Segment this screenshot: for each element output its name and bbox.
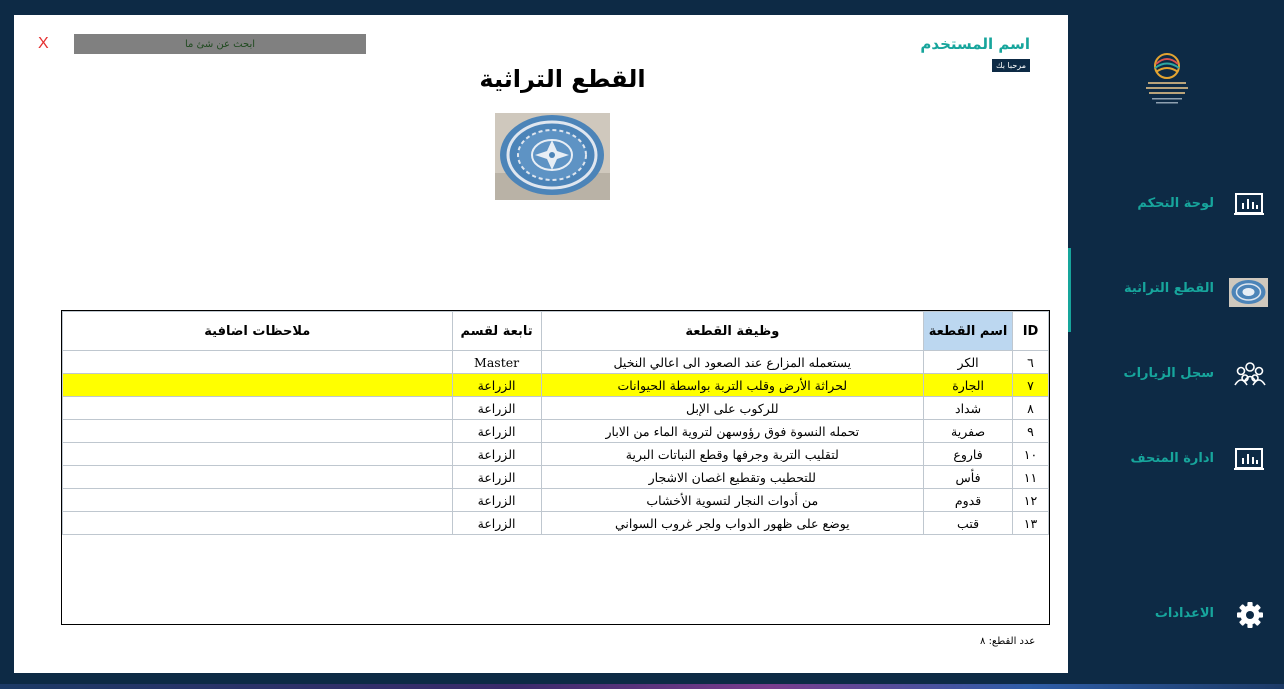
cell-id[interactable]: ٧ <box>1012 373 1049 397</box>
sidebar-item-settings[interactable]: الاعدادات <box>1070 596 1284 636</box>
cell-section[interactable]: الزراعة <box>451 465 542 489</box>
table-row[interactable]: ١٠ فاروع لتقليب التربة وجرفها وقطع النباتا… <box>62 442 1049 466</box>
user-name: اسم المستخدم <box>920 35 1030 53</box>
chart-icon <box>1233 190 1267 220</box>
cell-function[interactable]: يستعمله المزارع عند الصعود الى اعالي الن… <box>540 350 925 374</box>
cell-id[interactable]: ٨ <box>1012 396 1049 420</box>
cell-name[interactable]: فاروع <box>923 442 1014 466</box>
cell-function[interactable]: من أدوات النجار لتسوية الأخشاب <box>540 488 925 512</box>
cell-notes[interactable] <box>62 350 453 374</box>
cell-notes[interactable] <box>62 442 453 466</box>
cell-name[interactable]: صفرية <box>923 419 1014 443</box>
sidebar-item-museum-management[interactable]: ادارة المتحف <box>1070 441 1284 481</box>
gear-icon <box>1233 600 1267 630</box>
header-function[interactable]: وظيفة القطعة <box>540 311 925 351</box>
cell-name[interactable]: قتب <box>923 511 1014 535</box>
header-section[interactable]: تابعة لقسم <box>451 311 542 351</box>
cell-function[interactable]: لحراثة الأرض وقلب التربة بواسطة الحيوانا… <box>540 373 925 397</box>
sidebar-item-label: القطع التراثية <box>1123 281 1214 296</box>
table-row[interactable]: ٩ صفرية تحمله النسوة فوق رؤوسهن لتروية الم… <box>62 419 1049 443</box>
sidebar-item-label: لوحة التحكم <box>1137 196 1214 211</box>
sidebar-item-label: الاعدادات <box>1154 606 1214 621</box>
cell-notes[interactable] <box>62 511 453 535</box>
table-row[interactable]: ١٣ قتب يوضع على ظهور الدواب ولجر غروب السو… <box>62 511 1049 535</box>
close-button[interactable]: X <box>38 35 49 53</box>
table-row[interactable]: ١٢ قدوم من أدوات النجار لتسوية الأخشاب الزر… <box>62 488 1049 512</box>
cell-function[interactable]: للركوب على الإبل <box>540 396 925 420</box>
cell-notes[interactable] <box>62 396 453 420</box>
table-row[interactable]: ٧ الجارة لحراثة الأرض وقلب التربة بواسطة ا… <box>62 373 1049 397</box>
artifact-count: عدد القطع: ٨ <box>980 636 1035 647</box>
cell-notes[interactable] <box>62 465 453 489</box>
cell-section[interactable]: الزراعة <box>451 511 542 535</box>
main-panel: X اسم المستخدم مرحبا بك القطع التراثية I… <box>14 15 1068 673</box>
artifact-thumbnail-icon <box>1229 278 1268 307</box>
artifacts-grid: ID اسم القطعة وظيفة القطعة تابعة لقسم مل… <box>62 311 1049 535</box>
table-row[interactable]: ١١ فأس للتحطيب وتقطيع اغصان الاشجار الزراعة <box>62 465 1049 489</box>
sidebar-item-artifacts[interactable]: القطع التراثية <box>1070 271 1284 311</box>
cell-name[interactable]: فأس <box>923 465 1014 489</box>
header-notes[interactable]: ملاحظات اضافية <box>62 311 453 351</box>
cell-id[interactable]: ١١ <box>1012 465 1049 489</box>
cell-section[interactable]: الزراعة <box>451 373 542 397</box>
cell-notes[interactable] <box>62 488 453 512</box>
sidebar-item-label: سجل الزيارات <box>1123 366 1214 381</box>
artifacts-table: ID اسم القطعة وظيفة القطعة تابعة لقسم مل… <box>61 310 1050 625</box>
table-row[interactable]: ٦ الكر يستعمله المزارع عند الصعود الى اعال… <box>62 350 1049 374</box>
header-id[interactable]: ID <box>1012 311 1049 351</box>
search-input[interactable] <box>74 34 366 54</box>
header-name[interactable]: اسم القطعة <box>923 311 1014 351</box>
cell-section[interactable]: الزراعة <box>451 396 542 420</box>
cell-section[interactable]: الزراعة <box>451 442 542 466</box>
cell-section[interactable]: Master <box>451 350 542 374</box>
cell-notes[interactable] <box>62 419 453 443</box>
bottom-gradient-strip <box>0 684 1284 689</box>
page-title: القطع التراثية <box>479 65 646 93</box>
cell-name[interactable]: الجارة <box>923 373 1014 397</box>
cell-id[interactable]: ١٠ <box>1012 442 1049 466</box>
sidebar-item-visits[interactable]: سجل الزيارات <box>1070 356 1284 396</box>
cell-section[interactable]: الزراعة <box>451 419 542 443</box>
cell-function[interactable]: يوضع على ظهور الدواب ولجر غروب السواني <box>540 511 925 535</box>
sidebar-item-dashboard[interactable]: لوحة التحكم <box>1070 186 1284 226</box>
cell-id[interactable]: ١٢ <box>1012 488 1049 512</box>
chart-icon <box>1233 445 1267 475</box>
cell-function[interactable]: للتحطيب وتقطيع اغصان الاشجار <box>540 465 925 489</box>
artifact-image <box>495 113 610 200</box>
cell-id[interactable]: ٩ <box>1012 419 1049 443</box>
cell-function[interactable]: تحمله النسوة فوق رؤوسهن لتروية الماء من … <box>540 419 925 443</box>
museum-logo <box>1142 50 1192 112</box>
table-header-row: ID اسم القطعة وظيفة القطعة تابعة لقسم مل… <box>62 311 1049 351</box>
table-row[interactable]: ٨ شداد للركوب على الإبل الزراعة <box>62 396 1049 420</box>
cell-name[interactable]: شداد <box>923 396 1014 420</box>
cell-section[interactable]: الزراعة <box>451 488 542 512</box>
visitors-icon <box>1233 360 1267 390</box>
cell-name[interactable]: الكر <box>923 350 1014 374</box>
cell-notes[interactable] <box>62 373 453 397</box>
count-label: عدد القطع: <box>988 636 1036 647</box>
cell-id[interactable]: ٦ <box>1012 350 1049 374</box>
count-value: ٨ <box>980 636 986 647</box>
cell-id[interactable]: ١٣ <box>1012 511 1049 535</box>
cell-name[interactable]: قدوم <box>923 488 1014 512</box>
cell-function[interactable]: لتقليب التربة وجرفها وقطع النباتات البري… <box>540 442 925 466</box>
sidebar-item-label: ادارة المتحف <box>1130 451 1214 466</box>
